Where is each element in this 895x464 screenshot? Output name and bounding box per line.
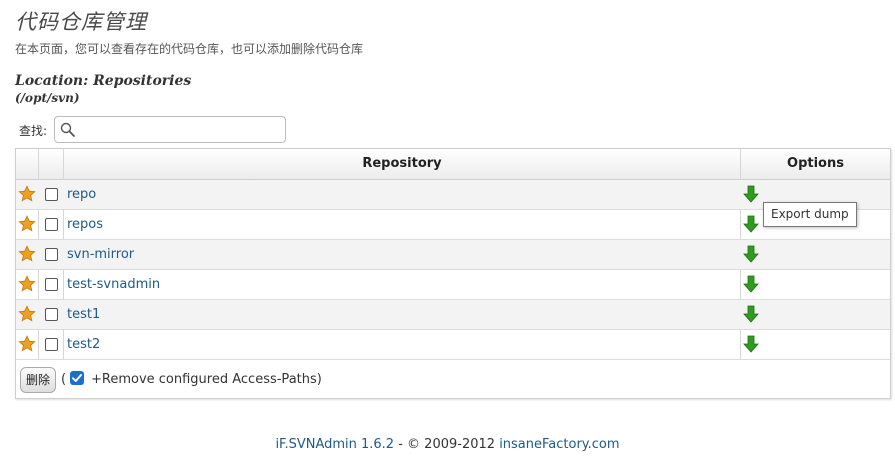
row-star <box>18 245 36 267</box>
row-star <box>18 305 36 327</box>
export-dump-button[interactable] <box>743 335 759 357</box>
row-checkbox[interactable] <box>45 278 58 291</box>
download-arrow-icon <box>743 275 759 293</box>
table-row: svn-mirror <box>16 240 890 270</box>
repository-link[interactable]: repos <box>67 210 103 240</box>
remove-access-paths-checkbox[interactable] <box>70 371 84 385</box>
search-input[interactable] <box>79 119 279 140</box>
export-dump-button[interactable] <box>743 185 759 207</box>
page-subtitle: 在本页面，您可以查看存在的代码仓库，也可以添加删除代码仓库 <box>15 42 364 56</box>
star-icon <box>18 305 36 322</box>
search-label: 查找: <box>19 124 48 138</box>
page-title: 代码仓库管理 <box>15 10 147 34</box>
star-icon <box>18 275 36 292</box>
row-checkbox[interactable] <box>45 248 58 261</box>
footer-copyright: - © 2009-2012 <box>394 437 500 452</box>
download-arrow-icon <box>743 305 759 323</box>
delete-button[interactable]: 删除 <box>20 367 56 393</box>
search-icon <box>60 122 75 137</box>
column-header-options: Options <box>787 156 844 171</box>
location-path: (/opt/svn) <box>15 91 80 105</box>
export-dump-button[interactable] <box>743 245 759 267</box>
repository-link[interactable]: test1 <box>67 300 100 330</box>
repository-link[interactable]: svn-mirror <box>67 240 134 270</box>
column-header-repository[interactable]: Repository <box>64 149 740 179</box>
row-checkbox[interactable] <box>45 338 58 351</box>
repository-link[interactable]: test2 <box>67 330 100 360</box>
row-checkbox[interactable] <box>45 308 58 321</box>
star-icon <box>18 215 36 232</box>
download-arrow-icon <box>743 245 759 263</box>
export-dump-button[interactable] <box>743 275 759 297</box>
footer-app-link[interactable]: iF.SVNAdmin 1.6.2 <box>275 437 394 452</box>
download-arrow-icon <box>743 215 759 233</box>
table-header: Repository Options <box>16 149 890 180</box>
table-row: repo <box>16 180 890 210</box>
footer-vendor-link[interactable]: insaneFactory.com <box>499 437 619 452</box>
repository-table: Repository Options repo repos svn-mirror te… <box>15 148 891 399</box>
star-icon <box>18 335 36 352</box>
repository-link[interactable]: repo <box>67 180 96 210</box>
location-label: Location: Repositories <box>15 73 192 89</box>
table-row: test1 <box>16 300 890 330</box>
table-actions: 删除 ( +Remove configured Access-Paths) <box>16 361 890 398</box>
checkmark-icon <box>72 374 82 382</box>
row-checkbox[interactable] <box>45 218 58 231</box>
row-star <box>18 185 36 207</box>
export-dump-button[interactable] <box>743 305 759 327</box>
repository-link[interactable]: test-svnadmin <box>67 270 160 300</box>
row-checkbox[interactable] <box>45 188 58 201</box>
table-row: test-svnadmin <box>16 270 890 300</box>
paren-open: ( <box>61 372 67 387</box>
download-arrow-icon <box>743 335 759 353</box>
table-row: repos <box>16 210 890 240</box>
table-row: test2 <box>16 330 890 360</box>
export-dump-tooltip: Export dump <box>763 202 857 227</box>
star-icon <box>18 185 36 202</box>
page-footer: iF.SVNAdmin 1.6.2 - © 2009-2012 insaneFa… <box>0 437 895 452</box>
remove-access-paths-label: +Remove configured Access-Paths) <box>91 372 322 387</box>
download-arrow-icon <box>743 185 759 203</box>
export-dump-button[interactable] <box>743 215 759 237</box>
search-box[interactable] <box>54 116 286 143</box>
star-icon <box>18 245 36 262</box>
row-star <box>18 335 36 357</box>
row-star <box>18 215 36 237</box>
row-star <box>18 275 36 297</box>
